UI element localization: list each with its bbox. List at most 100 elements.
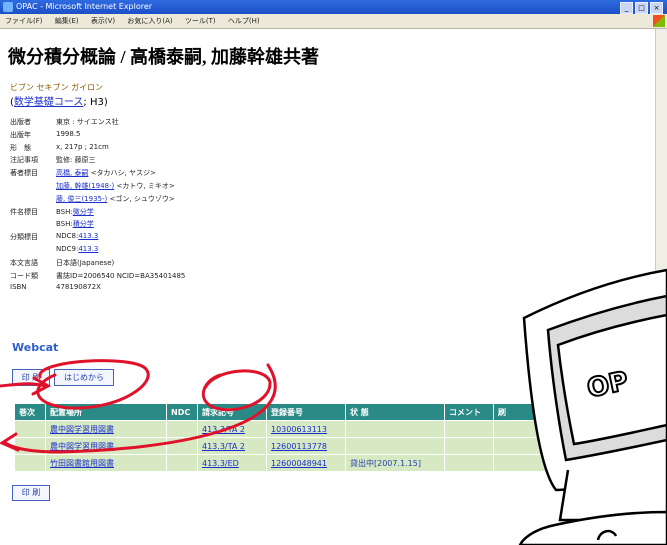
webcat-link[interactable]: Webcat [12,341,58,354]
meta-value: x, 217p ; 21cm [56,143,109,151]
meta-text: <ゴン, シュウゾウ> [109,194,175,203]
meta-label: 件名標目 [10,207,38,216]
series: (数学基礎コース; H3) [10,97,108,108]
meta-value: 書誌ID=2006540 NCID=BA35401485 [56,271,185,281]
meta-label: 注記事項 [10,156,38,165]
meta-value: 東京 : サイエンス社 [56,117,119,127]
meta-prefix: BSH: [56,207,73,216]
meta-prefix: NDC8: [56,232,79,241]
table-cell: 農中図学習用図書 [45,420,167,438]
meta-text: 書誌ID=2006540 NCID=BA35401485 [56,271,186,280]
table-cell [14,420,46,438]
table-cell [14,437,46,455]
meta-text: 日本語(Japanese) [56,258,115,267]
table-cell [345,437,445,455]
holding-link[interactable]: 413.3/TA 2 [202,442,245,451]
menu-favorites[interactable]: お気に入り(A) [122,14,177,28]
table-cell: 413.3/TA 2 [197,437,267,455]
meta-link[interactable]: 加藤, 幹雄(1948-) [56,182,114,190]
holding-link[interactable]: 413.3/ED [202,459,239,468]
col-call-number: 請求記号 [197,403,267,421]
holding-link[interactable]: 10300613113 [271,425,327,434]
holding-link[interactable]: 農中図学習用図書 [50,425,114,434]
table-cell: 貸出中[2007.1.15] [345,454,445,472]
menu-help[interactable]: ヘルプ(H) [223,14,265,28]
table-cell: 12600048941 [266,454,346,472]
col-ndc: NDC [166,403,198,421]
table-cell [493,437,654,455]
page-title: 微分積分概論 / 高橋泰嗣, 加藤幹雄共著 [8,47,319,67]
menu-view[interactable]: 表示(V) [86,14,120,28]
title-kana: ビブン セキブン ガイロン [10,83,104,92]
table-row: 農中図学習用図書 413.3/TA 2 12600113778 [14,437,654,455]
meta-label: 形 態 [10,143,31,152]
meta-value: BSH:積分学 [56,219,94,229]
holding-link[interactable]: 竹田図書館用図書 [50,459,114,468]
col-comment: コメント [444,403,494,421]
meta-label: ISBN [10,283,27,292]
meta-value: BSH:微分学 [56,207,94,217]
table-row: 竹田図書館用図書 413.3/ED 12600048941 貸出中[2007.1.15… [14,454,654,472]
table-cell [444,454,494,472]
col-registration-number: 登録番号 [266,403,346,421]
bottom-print-button[interactable]: 印 刷 [12,485,50,501]
meta-text: 監修: 藤原三 [56,156,96,165]
meta-value: 高橋, 泰嗣 <タカハシ, ヤスジ> [56,168,156,178]
meta-label: 出版年 [10,130,31,139]
table-cell [14,454,46,472]
meta-label: コード類 [10,271,38,280]
table-cell: 農中図学習用図書 [45,437,167,455]
col-status: 状 態 [345,403,445,421]
meta-prefix: NDC9: [56,244,79,253]
holding-link[interactable]: 12600113778 [271,442,327,451]
meta-link[interactable]: 413.3 [78,245,98,253]
menu-edit[interactable]: 編集(E) [50,14,84,28]
meta-link[interactable]: 413.3 [78,232,98,240]
meta-link[interactable]: 積分学 [73,220,94,228]
series-link[interactable]: 数学基礎コース [14,97,84,108]
meta-text: 478190872X [56,283,101,292]
table-cell [493,420,654,438]
meta-text: 東京 : サイエンス社 [56,118,119,126]
menu-bar: ファイル(F) 編集(E) 表示(V) お気に入り(A) ツール(T) ヘルプ(… [0,14,667,29]
meta-text: <タカハシ, ヤスジ> [90,169,156,178]
table-cell [166,454,198,472]
holding-link[interactable]: 農中図学習用図書 [50,442,114,451]
col-printing: 刷 [493,403,654,421]
meta-value: 1998.5 [56,130,81,138]
maximize-button[interactable]: □ [635,2,648,14]
meta-label: 出版者 [10,118,31,126]
table-cell: 10300613113 [266,420,346,438]
table-cell [444,437,494,455]
title-bar: OPAC - Microsoft Internet Explorer _ □ × [0,0,667,14]
meta-link[interactable]: 微分学 [73,208,94,216]
window-title: OPAC - Microsoft Internet Explorer [16,2,153,11]
restart-button[interactable]: はじめから [54,369,114,386]
table-cell [493,454,654,472]
meta-link[interactable]: 藤, 俊三(1935-) [56,195,107,203]
vertical-scrollbar[interactable] [655,29,667,545]
meta-label: 著者標目 [10,169,38,178]
table-cell [345,420,445,438]
meta-label: 本文言語 [10,258,38,267]
meta-text: 1998.5 [56,129,81,138]
ie-icon [3,2,13,12]
close-button[interactable]: × [650,2,663,14]
minimize-button[interactable]: _ [620,2,633,14]
col-volume: 巻次 [14,403,46,421]
meta-value: 日本語(Japanese) [56,258,114,268]
print-button[interactable]: 印 刷 [12,369,50,386]
meta-value: 478190872X [56,283,101,291]
meta-link[interactable]: 高橋, 泰嗣 [56,169,88,177]
meta-prefix: BSH: [56,220,73,229]
table-cell: 413.3/TA 2 [197,420,267,438]
menu-file[interactable]: ファイル(F) [0,14,48,28]
holding-link[interactable]: 413.3/TA 2 [202,425,245,434]
table-row: 農中図学習用図書 413.3/TA 2 10300613113 [14,420,654,438]
meta-value: NDC8:413.3 [56,232,98,240]
meta-text: <カトウ, ミキオ> [116,181,175,190]
holding-link[interactable]: 12600048941 [271,459,327,468]
table-cell: 12600113778 [266,437,346,455]
menu-tools[interactable]: ツール(T) [180,14,221,28]
meta-label: 分類標目 [10,233,38,242]
